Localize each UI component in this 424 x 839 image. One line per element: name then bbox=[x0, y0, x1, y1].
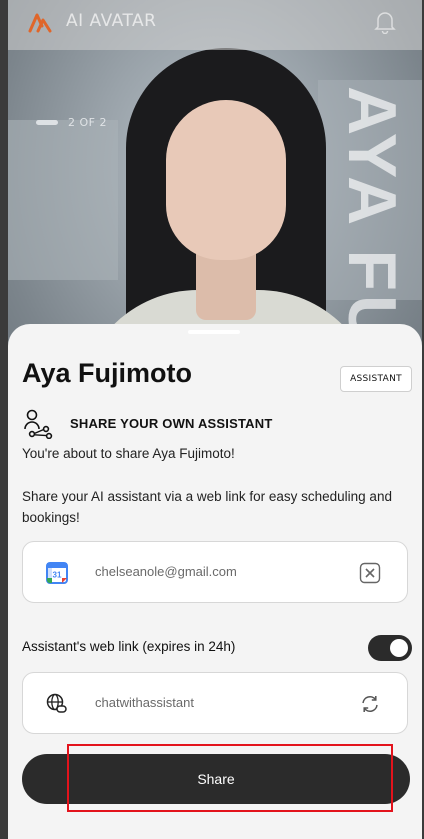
web-link-toggle[interactable] bbox=[368, 635, 412, 661]
share-people-icon bbox=[24, 409, 53, 439]
share-heading: SHARE YOUR OWN ASSISTANT bbox=[22, 406, 272, 440]
vertical-name-watermark: AYA FU bbox=[334, 86, 410, 349]
app-frame: AI AVATAR 2 OF 2 AYA FU Aya Fujimoto ASS… bbox=[8, 0, 422, 839]
photo-pager: 2 OF 2 bbox=[36, 116, 107, 129]
web-link-label: Assistant's web link (expires in 24h) bbox=[22, 639, 236, 654]
svg-text:31: 31 bbox=[53, 571, 62, 580]
share-description: Share your AI assistant via a web link f… bbox=[22, 489, 392, 525]
brand-name: AI AVATAR bbox=[66, 11, 157, 31]
refresh-icon[interactable] bbox=[359, 693, 381, 715]
globe-link-icon bbox=[46, 693, 67, 713]
share-button[interactable]: Share bbox=[22, 754, 410, 804]
toggle-knob bbox=[390, 639, 408, 657]
assistant-badge: ASSISTANT bbox=[340, 366, 412, 392]
web-link-field[interactable]: chatwithassistant bbox=[22, 672, 408, 734]
email-value: chelseanole@gmail.com bbox=[95, 564, 237, 579]
web-link-value: chatwithassistant bbox=[95, 695, 194, 710]
email-field[interactable]: 31 chelseanole@gmail.com bbox=[22, 541, 408, 603]
pager-text: 2 OF 2 bbox=[68, 116, 107, 129]
clear-icon[interactable] bbox=[359, 562, 381, 584]
share-title: SHARE YOUR OWN ASSISTANT bbox=[70, 415, 273, 431]
google-calendar-icon: 31 bbox=[46, 562, 68, 584]
web-link-row: Assistant's web link (expires in 24h) bbox=[22, 635, 412, 661]
ai-logo-icon[interactable] bbox=[26, 9, 54, 37]
about-text: You're about to share Aya Fujimoto! bbox=[22, 446, 235, 461]
assistant-name: Aya Fujimoto bbox=[22, 358, 193, 388]
bell-icon[interactable] bbox=[374, 10, 396, 34]
sheet-drag-handle[interactable] bbox=[188, 330, 240, 334]
top-bar: AI AVATAR bbox=[8, 0, 422, 46]
